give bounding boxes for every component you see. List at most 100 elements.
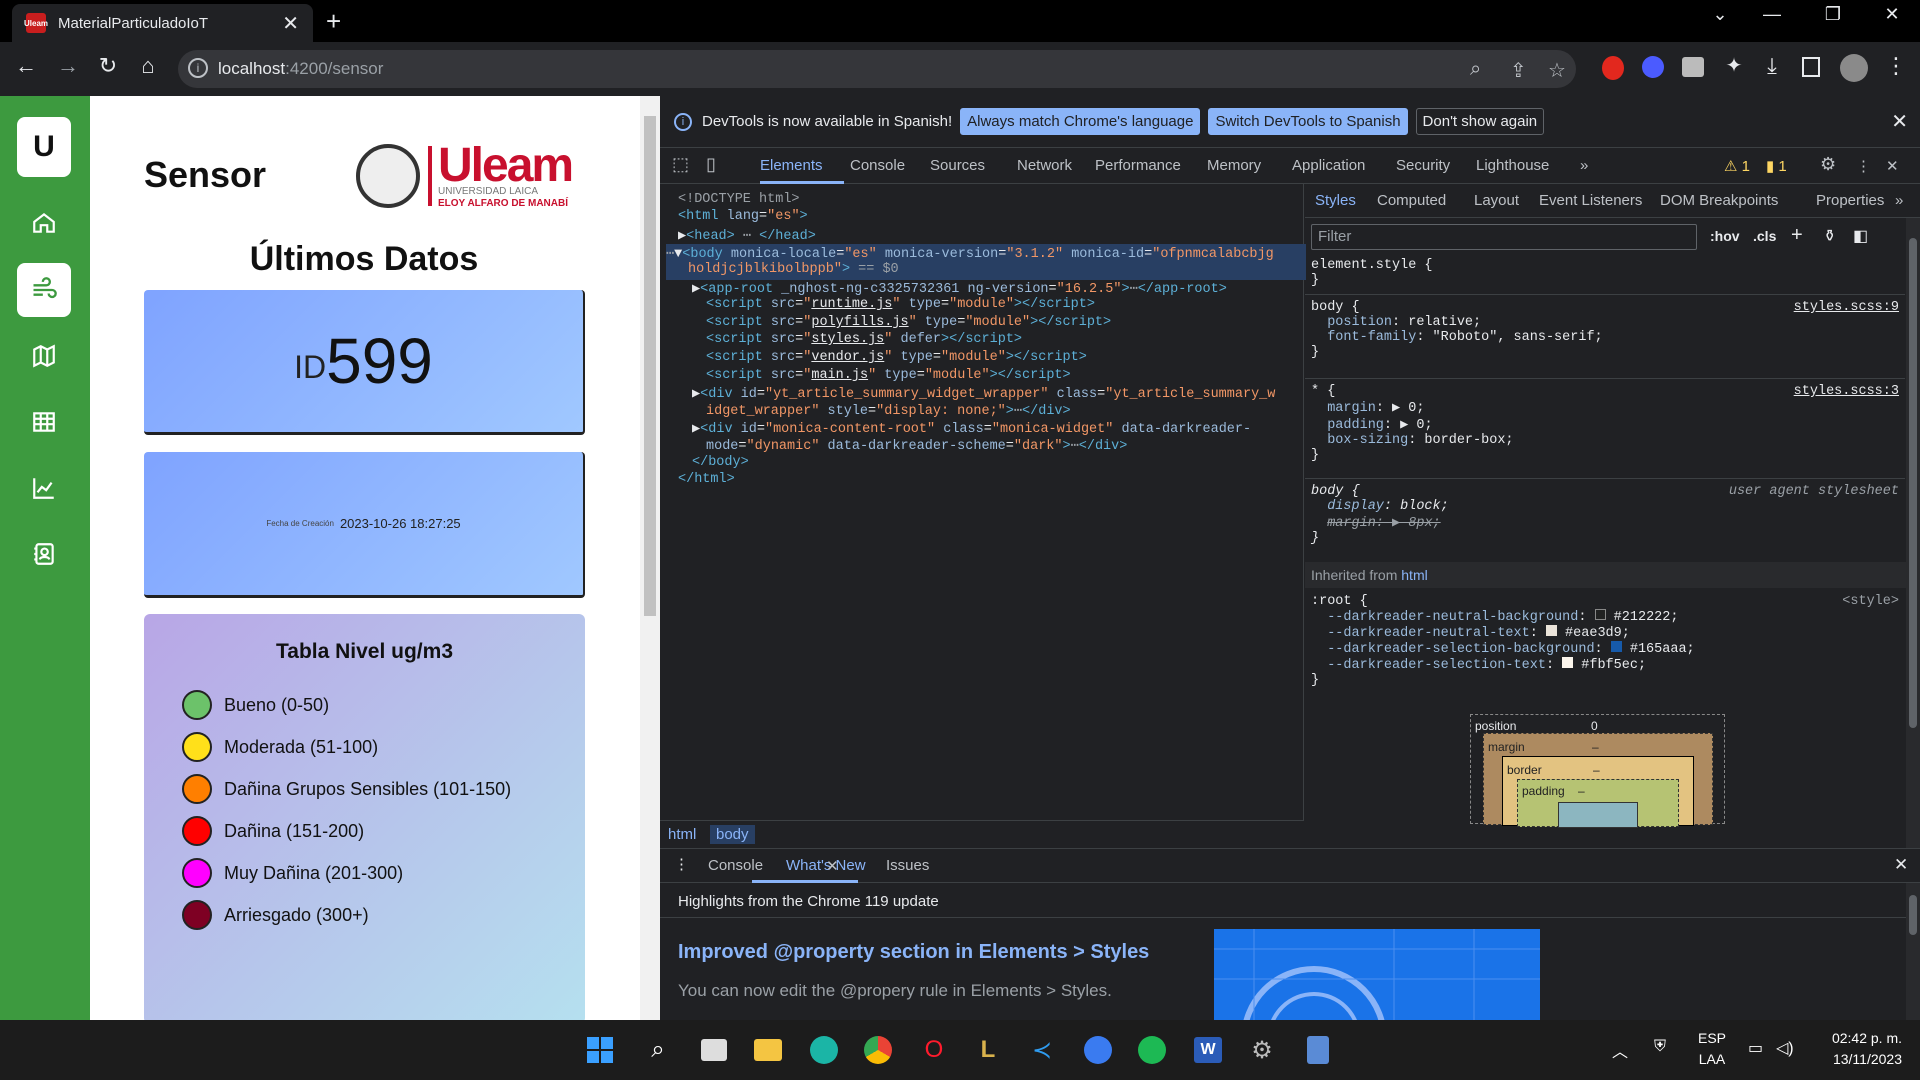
firefox-icon[interactable]	[1080, 1032, 1116, 1068]
file-explorer-icon[interactable]	[750, 1032, 786, 1068]
styles-scrollbar[interactable]	[1906, 218, 1920, 848]
page-scrollbar[interactable]	[640, 96, 660, 1020]
dom-script-main[interactable]: <script src="main.js" type="module"></sc…	[706, 368, 1071, 383]
scrollbar-thumb[interactable]	[644, 116, 656, 616]
league-icon[interactable]: L	[970, 1032, 1006, 1068]
drawer-tab-issues[interactable]: Issues	[886, 857, 929, 874]
dom-script-styles[interactable]: <script src="styles.js" defer></script>	[706, 332, 1022, 347]
extension-monica-icon[interactable]	[1642, 56, 1664, 78]
site-info-icon[interactable]: i	[188, 58, 208, 78]
edge-icon[interactable]	[806, 1032, 842, 1068]
settings-gear-icon[interactable]: ⚙	[1820, 154, 1836, 175]
drawer-menu-icon[interactable]: ⋮	[674, 855, 689, 873]
crumb-body[interactable]: body	[710, 825, 755, 844]
subtab-layout[interactable]: Layout	[1474, 192, 1519, 209]
dom-div-yt[interactable]: ▶<div id="yt_article_summary_widget_wrap…	[692, 385, 1275, 402]
issues-badge[interactable]: ▮ 1	[1766, 157, 1787, 175]
sidebar-map-icon[interactable]	[17, 329, 71, 383]
bm-margin-box[interactable]: margin – border – padding –	[1483, 733, 1713, 828]
close-drawer-icon[interactable]: ✕	[1894, 855, 1908, 875]
subtab-styles[interactable]: Styles	[1315, 192, 1356, 209]
vscode-icon[interactable]: ≺	[1024, 1032, 1060, 1068]
styles-scroll-thumb[interactable]	[1909, 238, 1917, 728]
chrome-icon[interactable]	[860, 1032, 896, 1068]
source-link-1[interactable]: styles.scss:9	[1794, 300, 1899, 315]
close-banner-icon[interactable]: ✕	[1891, 109, 1908, 134]
more-subtabs-icon[interactable]: »	[1895, 192, 1903, 209]
close-window-button[interactable]: ✕	[1872, 4, 1912, 25]
search-icon[interactable]: ⌕	[640, 1032, 676, 1068]
dom-script-polyfills[interactable]: <script src="polyfills.js" type="module"…	[706, 315, 1111, 330]
dom-body-close[interactable]: </body>	[692, 455, 749, 470]
extensions-puzzle-icon[interactable]: ✦	[1718, 53, 1750, 78]
dom-div-monica[interactable]: ▶<div id="monica-content-root" class="mo…	[692, 420, 1251, 437]
device-toolbar-icon[interactable]: ▯	[706, 154, 716, 175]
dont-show-button[interactable]: Don't show again	[1415, 108, 1545, 135]
tab-network[interactable]: Network	[1017, 157, 1072, 174]
box-model-diagram[interactable]: position 0 margin – border – padding –	[1470, 714, 1725, 828]
hov-button[interactable]: :hov	[1710, 228, 1740, 244]
spotify-icon[interactable]	[1134, 1032, 1170, 1068]
styles-filter-input[interactable]: Filter	[1311, 224, 1697, 250]
zoom-icon[interactable]: ⌕	[1470, 58, 1481, 81]
switch-spanish-button[interactable]: Switch DevTools to Spanish	[1208, 108, 1408, 135]
tab-search-icon[interactable]: ⌄	[1700, 4, 1740, 25]
tab-elements[interactable]: Elements	[760, 157, 823, 174]
dom-html-close[interactable]: </html>	[678, 472, 735, 487]
subtab-properties[interactable]: Properties	[1816, 192, 1884, 209]
dom-script-vendor[interactable]: <script src="vendor.js" type="module"></…	[706, 350, 1087, 365]
task-view-icon[interactable]	[696, 1032, 732, 1068]
download-icon[interactable]: ⤓	[1756, 53, 1788, 79]
input-language[interactable]: ESP LAA	[1698, 1028, 1726, 1070]
devtools-menu-icon[interactable]: ⋮	[1856, 157, 1871, 175]
app-logo[interactable]: U	[17, 117, 71, 177]
bm-padding-box[interactable]: padding –	[1517, 779, 1679, 828]
sidebar-table-icon[interactable]	[17, 395, 71, 449]
dom-tree[interactable]: <!DOCTYPE html> <html lang="es"> ▶<head>…	[660, 184, 1306, 820]
dom-body[interactable]: ⋯▼<body monica-locale="es" monica-versio…	[666, 245, 1274, 262]
network-icon[interactable]: ▭	[1748, 1038, 1763, 1058]
dom-app-root[interactable]: ▶<app-root _nghost-ng-c3325732361 ng-ver…	[692, 280, 1227, 297]
forward-icon[interactable]: →	[52, 53, 84, 79]
crumb-html[interactable]: html	[662, 825, 702, 844]
opera-icon[interactable]: O	[916, 1032, 952, 1068]
extension-gallery-icon[interactable]	[1682, 57, 1704, 77]
drawer-tab-console[interactable]: Console	[708, 857, 763, 874]
drawer-scrollbar[interactable]	[1906, 883, 1920, 1021]
back-icon[interactable]: ←	[10, 53, 42, 79]
subtab-dom-breakpoints[interactable]: DOM Breakpoints	[1660, 192, 1778, 209]
clock[interactable]: 02:42 p. m. 13/11/2023	[1832, 1028, 1902, 1070]
extension-red-icon[interactable]	[1602, 56, 1624, 80]
sidebar-chart-icon[interactable]	[17, 461, 71, 515]
promo-title[interactable]: Improved @property section in Elements >…	[678, 941, 1149, 964]
minimize-button[interactable]: —	[1752, 4, 1792, 25]
tray-chevron-icon[interactable]: ︿	[1612, 1038, 1628, 1062]
word-icon[interactable]: W	[1190, 1032, 1226, 1068]
tab-application[interactable]: Application	[1292, 157, 1365, 174]
profile-avatar[interactable]	[1840, 54, 1868, 82]
dom-doctype[interactable]: <!DOCTYPE html>	[678, 192, 800, 207]
settings-icon[interactable]: ⚙	[1244, 1032, 1280, 1068]
dom-head[interactable]: ▶<head> ⋯ </head>	[678, 227, 816, 244]
share-icon[interactable]: ⇪	[1510, 58, 1527, 83]
tab-performance[interactable]: Performance	[1095, 157, 1181, 174]
source-link-2[interactable]: styles.scss:3	[1794, 384, 1899, 399]
address-bar[interactable]: i localhost:4200/sensor ⌕ ⇪ ☆	[178, 50, 1576, 88]
start-icon[interactable]	[582, 1032, 618, 1068]
close-devtools-icon[interactable]: ✕	[1886, 157, 1899, 175]
tab-lighthouse[interactable]: Lighthouse	[1476, 157, 1549, 174]
sidebar-home-icon[interactable]	[17, 196, 71, 250]
close-whats-new-icon[interactable]: ✕	[826, 857, 839, 875]
tab-console[interactable]: Console	[850, 157, 905, 174]
new-rule-icon[interactable]: +	[1791, 224, 1803, 247]
warning-badge[interactable]: ⚠ 1	[1724, 157, 1750, 175]
sidebar-wind-icon[interactable]	[17, 263, 71, 317]
more-tabs-icon[interactable]: »	[1580, 157, 1588, 174]
inspect-element-icon[interactable]: ⬚	[672, 154, 689, 175]
bm-border-box[interactable]: border – padding –	[1502, 756, 1694, 828]
sidebar-contact-icon[interactable]	[17, 527, 71, 581]
cls-button[interactable]: .cls	[1753, 228, 1776, 244]
volume-icon[interactable]: ◁)	[1776, 1038, 1794, 1058]
tab-memory[interactable]: Memory	[1207, 157, 1261, 174]
bm-content-box[interactable]	[1558, 802, 1638, 828]
